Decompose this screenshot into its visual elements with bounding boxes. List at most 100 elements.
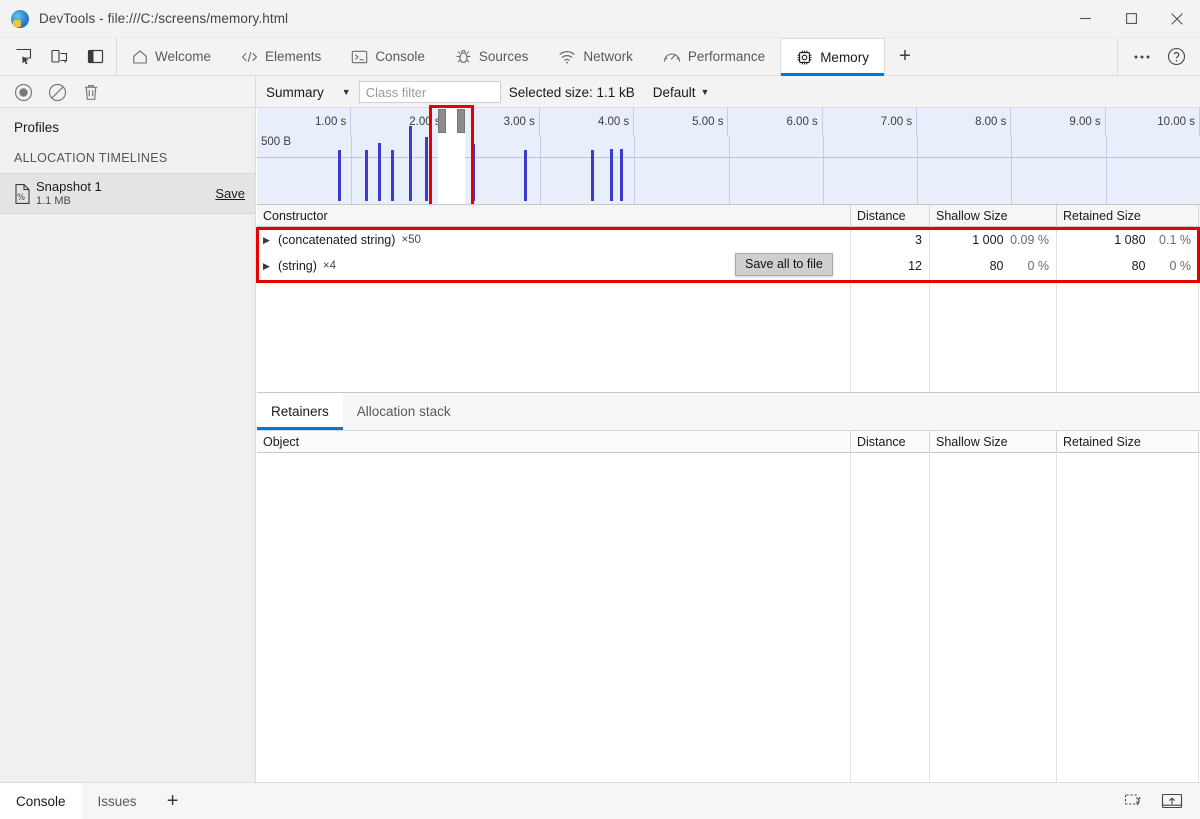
- profiles-sidebar: Profiles ALLOCATION TIMELINES % Snapshot…: [0, 108, 256, 782]
- tab-label: Network: [583, 49, 633, 64]
- constructor-name: (concatenated string): [278, 233, 396, 247]
- add-drawer-tab-button[interactable]: +: [153, 783, 193, 819]
- snapshot-percent-icon: %: [12, 183, 36, 205]
- shallow-size-value: 1 000: [972, 233, 1004, 247]
- dock-bottom-icon[interactable]: [1158, 788, 1186, 814]
- cell-shallow-size: 1 000 0.09 %: [930, 227, 1057, 253]
- tab-elements[interactable]: Elements: [226, 38, 336, 75]
- selection-handle-left[interactable]: [438, 109, 447, 133]
- timeline-bar: [378, 142, 382, 201]
- shallow-size-percent: 0 %: [1027, 259, 1049, 273]
- more-options-icon[interactable]: [1128, 43, 1156, 71]
- column-header-constructor[interactable]: Constructor: [257, 204, 851, 227]
- tab-sources[interactable]: Sources: [440, 38, 544, 75]
- timeline-bar: [472, 144, 476, 201]
- cell-distance: 12: [851, 253, 930, 279]
- retained-size-percent: 0 %: [1169, 259, 1191, 273]
- gridline: [539, 136, 541, 204]
- memory-toolbar: Summary ▼ Selected size: 1.1 kB Default …: [0, 76, 1200, 108]
- save-all-to-file-button[interactable]: Save all to file: [735, 253, 833, 276]
- view-tools-group: Summary ▼ Selected size: 1.1 kB Default …: [256, 76, 1200, 108]
- view-mode-select[interactable]: Summary ▼: [256, 76, 359, 108]
- timeline-bar: [620, 149, 624, 201]
- x-axis-tick-label: 1.00 s: [257, 108, 352, 136]
- maximize-button[interactable]: [1108, 0, 1154, 38]
- column-header-shallow-size[interactable]: Shallow Size: [930, 204, 1057, 227]
- retained-size-percent: 0.1 %: [1159, 233, 1191, 247]
- retained-size-value: 1 080: [1114, 233, 1146, 247]
- tab-performance[interactable]: Performance: [648, 38, 780, 75]
- table-row[interactable]: ▶ (string) ×4 12 80 0 % 80 0 %: [257, 253, 1200, 279]
- sidebar-item-snapshot-1[interactable]: % Snapshot 1 1.1 MB Save: [0, 174, 255, 214]
- retained-size-value: 80: [1131, 259, 1146, 273]
- chip-icon: [796, 49, 813, 66]
- timeline-bar: [425, 136, 429, 201]
- clear-slash-icon[interactable]: [46, 81, 68, 103]
- constructor-count: ×50: [401, 234, 421, 246]
- column-header-distance[interactable]: Distance: [851, 431, 930, 453]
- window-title: DevTools - file:///C:/screens/memory.htm…: [39, 11, 289, 26]
- column-header-shallow-size[interactable]: Shallow Size: [930, 431, 1057, 453]
- x-axis-tick-label: 9.00 s: [1011, 108, 1106, 136]
- drawer-statusbar: Console Issues +: [0, 782, 1200, 819]
- timeline-selection-window[interactable]: [438, 108, 466, 204]
- tab-issues-drawer[interactable]: Issues: [82, 783, 153, 819]
- snapshot-save-link[interactable]: Save: [215, 186, 245, 201]
- snapshot-text: Snapshot 1 1.1 MB: [36, 179, 102, 208]
- gridline: [917, 136, 919, 204]
- timeline-baseline-gridline: [257, 157, 1200, 158]
- inspect-element-icon[interactable]: [10, 44, 36, 70]
- tab-allocation-stack[interactable]: Allocation stack: [343, 393, 465, 430]
- x-axis-tick-label: 7.00 s: [823, 108, 918, 136]
- constructor-table-empty-area: [257, 279, 1200, 392]
- timeline-y-label: 500 B: [261, 136, 292, 148]
- tab-console[interactable]: Console: [336, 38, 440, 75]
- home-icon: [132, 49, 148, 65]
- disclosure-triangle-icon[interactable]: ▶: [263, 261, 272, 271]
- column-header-distance[interactable]: Distance: [851, 204, 930, 227]
- table-row[interactable]: ▶ (concatenated string) ×50 3 1 000 0.09…: [257, 227, 1200, 253]
- timeline-bar: [409, 126, 413, 201]
- tab-memory[interactable]: Memory: [780, 38, 885, 76]
- shallow-size-percent: 0.09 %: [1010, 233, 1049, 247]
- disclosure-triangle-icon[interactable]: ▶: [263, 235, 272, 245]
- cell-retained-size: 1 080 0.1 %: [1057, 227, 1199, 253]
- column-header-object[interactable]: Object: [257, 431, 851, 453]
- tab-list: Welcome Elements Console Sources Network…: [117, 38, 925, 76]
- tab-welcome[interactable]: Welcome: [117, 38, 226, 75]
- help-icon[interactable]: [1162, 43, 1190, 71]
- tab-network[interactable]: Network: [543, 38, 648, 75]
- minimize-button[interactable]: [1062, 0, 1108, 38]
- screencast-icon[interactable]: [1120, 788, 1148, 814]
- column-header-retained-size[interactable]: Retained Size: [1057, 431, 1199, 453]
- tabstrip-actions: [1117, 38, 1200, 75]
- view-mode-value: Summary: [266, 84, 324, 100]
- base-snapshot-select[interactable]: Default ▼: [645, 76, 718, 108]
- constructor-table-header: Constructor Distance Shallow Size Retain…: [257, 204, 1200, 227]
- svg-text:%: %: [17, 193, 25, 203]
- cell-constructor[interactable]: ▶ (concatenated string) ×50: [257, 227, 851, 253]
- trash-icon[interactable]: [80, 81, 102, 103]
- constructor-name: (string): [278, 259, 317, 273]
- speedometer-icon: [663, 49, 681, 65]
- dock-side-icon[interactable]: [82, 44, 108, 70]
- allocation-timeline-chart[interactable]: 1.00 s 2.00 s 3.00 s 4.00 s 5.00 s 6.00 s 7.00…: [257, 108, 1200, 204]
- column-header-retained-size[interactable]: Retained Size: [1057, 204, 1199, 227]
- class-filter-input[interactable]: [358, 81, 501, 103]
- timeline-bar: [524, 150, 528, 201]
- selection-handle-right[interactable]: [457, 109, 466, 133]
- tab-retainers[interactable]: Retainers: [257, 393, 343, 430]
- add-tab-button[interactable]: +: [885, 38, 925, 75]
- record-tools-group: [0, 76, 256, 108]
- tab-console-drawer[interactable]: Console: [0, 783, 82, 819]
- tab-label: Memory: [820, 49, 869, 65]
- code-brackets-icon: [241, 49, 258, 65]
- selected-size-label: Selected size: 1.1 kB: [508, 84, 635, 100]
- gridline: [634, 136, 636, 204]
- close-button[interactable]: [1154, 0, 1200, 38]
- terminal-icon: [351, 49, 368, 65]
- device-emulation-icon[interactable]: [46, 44, 72, 70]
- panel-icon-group: [0, 38, 117, 75]
- record-circle-icon[interactable]: [12, 81, 34, 103]
- timeline-bar: [364, 150, 368, 201]
